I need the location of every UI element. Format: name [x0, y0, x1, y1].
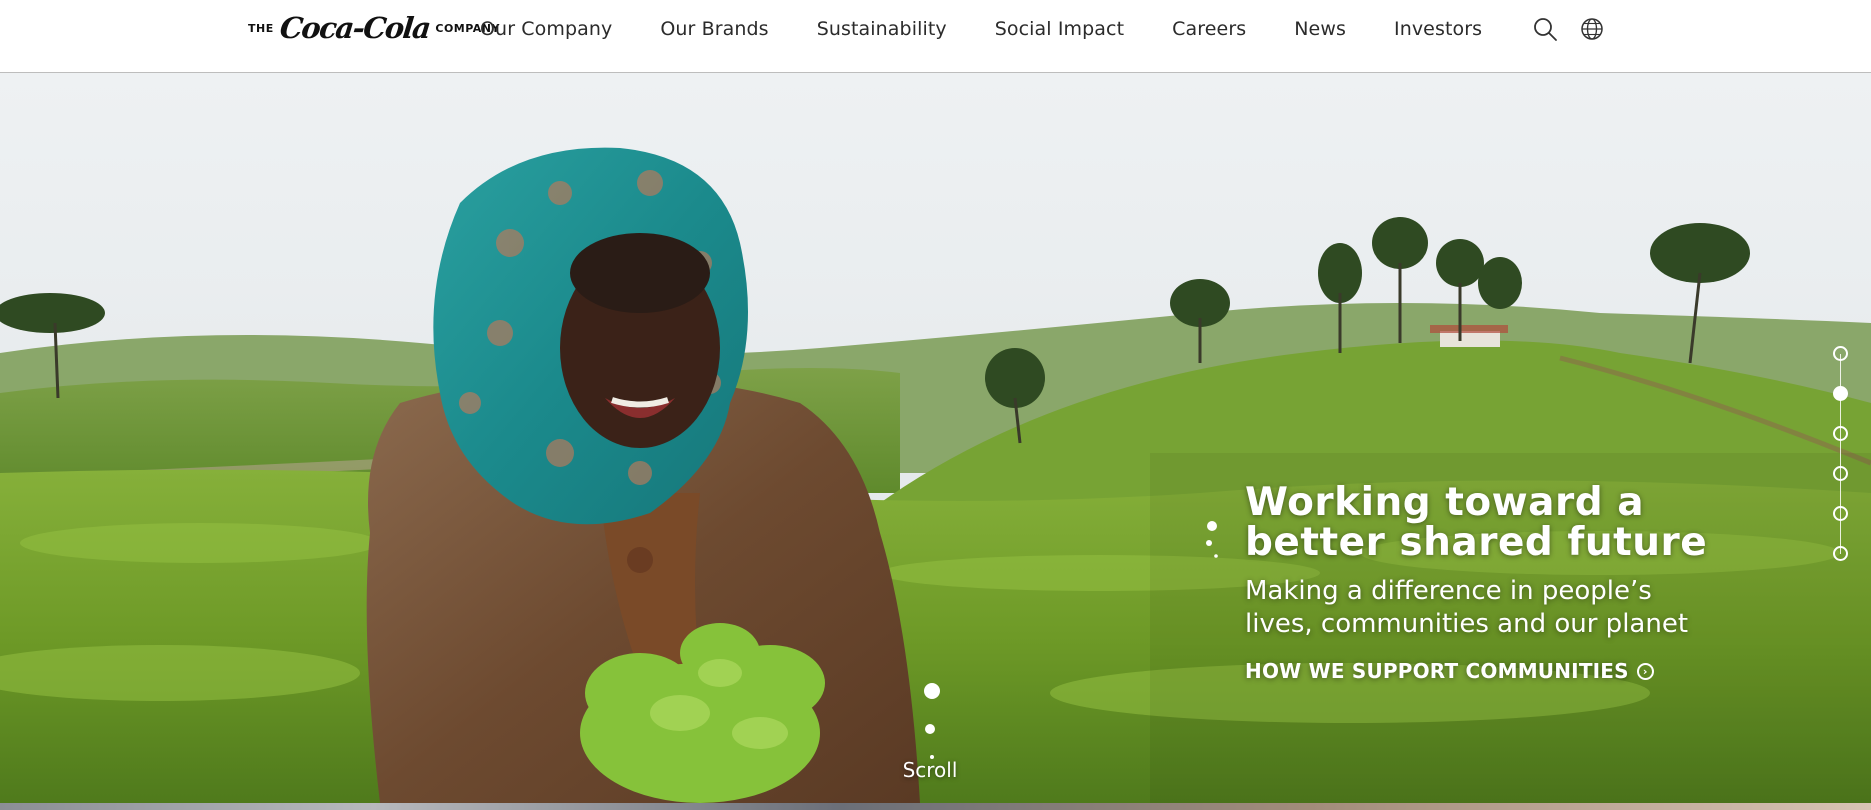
slide-dot-1[interactable]: [1833, 346, 1848, 361]
nav-investors[interactable]: Investors: [1394, 18, 1482, 40]
hero-subtitle: Making a difference in people’s lives, c…: [1245, 575, 1825, 641]
globe-icon: [1581, 18, 1603, 40]
search-icon: [1534, 18, 1557, 41]
decorative-dots: [1206, 521, 1218, 558]
logo-the: THE: [248, 21, 274, 35]
cta-label: HOW WE SUPPORT COMMUNITIES: [1245, 659, 1629, 683]
hero-title-line-2: better shared future: [1245, 520, 1708, 565]
slide-pagination: [1830, 346, 1852, 561]
slide-dot-6[interactable]: [1833, 546, 1848, 561]
scroll-indicator[interactable]: Scroll: [880, 673, 980, 793]
site-header: THE Coca-Cola COMPANY Our Company Our Br…: [0, 0, 1871, 73]
slide-dot-4[interactable]: [1833, 466, 1848, 481]
nav-our-brands[interactable]: Our Brands: [660, 18, 768, 40]
nav-careers[interactable]: Careers: [1172, 18, 1246, 40]
scroll-dots-icon: [924, 683, 940, 759]
main-navigation: Our Company Our Brands Sustainability So…: [480, 14, 1482, 44]
hero-subtitle-line-2: lives, communities and our planet: [1245, 609, 1689, 639]
nav-social-impact[interactable]: Social Impact: [995, 18, 1124, 40]
slide-dot-5[interactable]: [1833, 506, 1848, 521]
coca-cola-company-logo[interactable]: THE Coca-Cola COMPANY: [248, 10, 500, 46]
chevron-right-circle-icon: ›: [1636, 662, 1654, 680]
hero-subtitle-line-1: Making a difference in people’s: [1245, 576, 1652, 606]
hero-title: Working toward a better shared future: [1245, 483, 1825, 563]
language-button[interactable]: [1577, 14, 1607, 44]
how-we-support-communities-link[interactable]: HOW WE SUPPORT COMMUNITIES ›: [1245, 659, 1654, 683]
nav-news[interactable]: News: [1294, 18, 1346, 40]
nav-our-company[interactable]: Our Company: [480, 18, 612, 40]
hero-banner: Working toward a better shared future Ma…: [0, 73, 1871, 803]
slide-dot-2[interactable]: [1833, 386, 1848, 401]
logo-script: Coca-Cola: [277, 11, 432, 45]
slide-dot-3[interactable]: [1833, 426, 1848, 441]
hero-title-line-1: Working toward a: [1245, 480, 1645, 525]
scroll-label: Scroll: [902, 758, 958, 782]
nav-sustainability[interactable]: Sustainability: [817, 18, 947, 40]
search-button[interactable]: [1530, 14, 1560, 44]
pagination-line: [1840, 354, 1841, 554]
hero-text-block: Working toward a better shared future Ma…: [1245, 483, 1825, 684]
next-section-peek: [0, 803, 1871, 810]
